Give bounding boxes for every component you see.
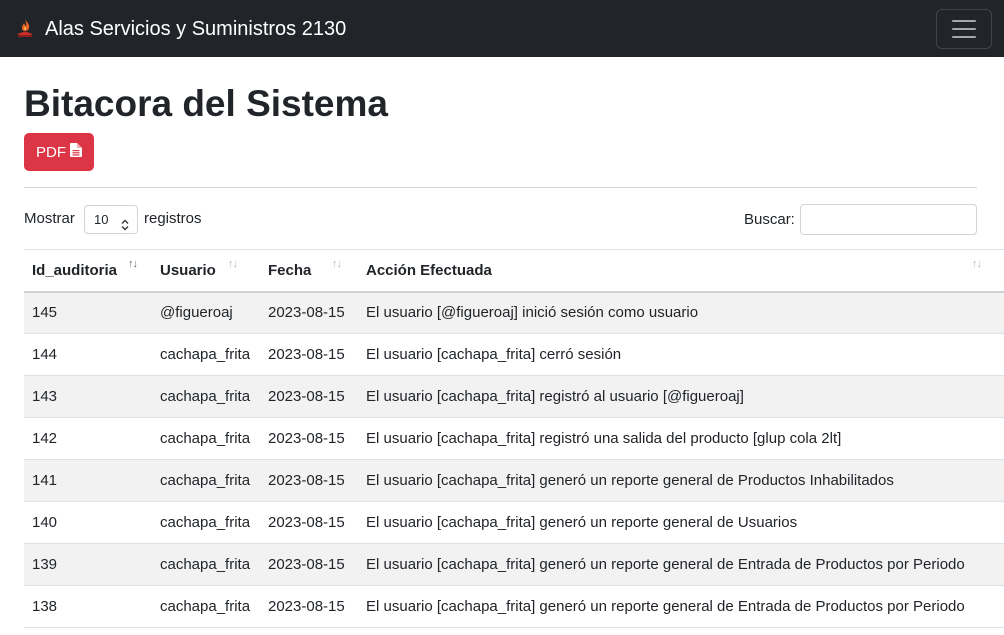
cell-accion: El usuario [cachapa_frita] generó un rep… xyxy=(358,459,1004,502)
length-suffix: registros xyxy=(144,210,202,227)
table-row: 144 cachapa_frita 2023-08-15 El usuario [ca… xyxy=(24,333,1004,376)
cell-usuario: cachapa_frita xyxy=(152,585,260,628)
sort-desc-icon: ↑↓ xyxy=(128,258,138,270)
table-row: 141 cachapa_frita 2023-08-15 El usuario [ca… xyxy=(24,459,1004,502)
cell-usuario: cachapa_frita xyxy=(152,375,260,418)
pdf-button-label: PDF xyxy=(36,143,66,161)
cell-fecha: 2023-08-15 xyxy=(260,585,358,628)
cell-fecha: 2023-08-15 xyxy=(260,543,358,586)
search-label: Buscar: xyxy=(744,211,795,228)
length-label: Mostrar xyxy=(24,210,75,227)
cell-usuario: cachapa_frita xyxy=(152,543,260,586)
cell-accion: El usuario [cachapa_frita] registró al u… xyxy=(358,375,1004,418)
flame-logo-icon xyxy=(14,17,36,39)
cell-id: 143 xyxy=(24,375,152,418)
cell-accion: El usuario [cachapa_frita] registró una … xyxy=(358,417,1004,460)
page-length-value: 10 xyxy=(94,212,109,227)
cell-fecha: 2023-08-15 xyxy=(260,459,358,502)
cell-fecha: 2023-08-15 xyxy=(260,333,358,376)
cell-accion: El usuario [cachapa_frita] generó un rep… xyxy=(358,501,1004,544)
column-header-accion[interactable]: Acción Efectuada ↑↓ xyxy=(358,250,1004,292)
cell-accion: El usuario [@figueroaj] inició sesión co… xyxy=(358,291,1004,334)
cell-fecha: 2023-08-15 xyxy=(260,291,358,334)
sort-icon: ↑↓ xyxy=(228,258,238,270)
page-length-select[interactable]: 10 xyxy=(84,205,138,234)
hamburger-line xyxy=(952,28,976,30)
divider xyxy=(24,187,977,188)
table-row: 143 cachapa_frita 2023-08-15 El usuario [ca… xyxy=(24,375,1004,418)
cell-usuario: cachapa_frita xyxy=(152,417,260,460)
hamburger-menu-button[interactable] xyxy=(936,9,992,49)
table-row: 138 cachapa_frita 2023-08-15 El usuario [ca… xyxy=(24,585,1004,628)
column-header-label: Id_auditoria xyxy=(32,261,118,279)
cell-id: 138 xyxy=(24,585,152,628)
pdf-export-button[interactable]: PDF xyxy=(24,133,94,171)
table-row: 145 @figueroaj 2023-08-15 El usuario [@figu… xyxy=(24,291,1004,334)
column-header-label: Fecha xyxy=(268,261,312,279)
hamburger-line xyxy=(952,36,976,38)
cell-fecha: 2023-08-15 xyxy=(260,417,358,460)
table-row: 140 cachapa_frita 2023-08-15 El usuario [ca… xyxy=(24,501,1004,544)
column-header-id[interactable]: Id_auditoria ↑↓ xyxy=(24,250,152,292)
cell-accion: El usuario [cachapa_frita] generó un rep… xyxy=(358,585,1004,628)
cell-id: 142 xyxy=(24,417,152,460)
sort-icon: ↑↓ xyxy=(332,258,342,270)
file-pdf-icon xyxy=(70,143,82,161)
brand-link[interactable]: Alas Servicios y Suministros 2130 xyxy=(45,16,346,42)
cell-usuario: cachapa_frita xyxy=(152,459,260,502)
cell-accion: El usuario [cachapa_frita] cerró sesión xyxy=(358,333,1004,376)
chevron-updown-icon xyxy=(121,213,129,231)
column-header-usuario[interactable]: Usuario ↑↓ xyxy=(152,250,260,292)
cell-usuario: cachapa_frita xyxy=(152,501,260,544)
cell-id: 139 xyxy=(24,543,152,586)
audit-table: Id_auditoria ↑↓ Usuario ↑↓ Fecha ↑↓ Acci… xyxy=(24,249,1004,628)
cell-accion: El usuario [cachapa_frita] generó un rep… xyxy=(358,543,1004,586)
hamburger-menu-icon xyxy=(952,20,976,22)
column-header-label: Usuario xyxy=(160,261,216,279)
page-title: Bitacora del Sistema xyxy=(24,83,388,124)
table-row: 142 cachapa_frita 2023-08-15 El usuario [ca… xyxy=(24,417,1004,460)
cell-id: 145 xyxy=(24,291,152,334)
column-header-fecha[interactable]: Fecha ↑↓ xyxy=(260,250,358,292)
cell-id: 144 xyxy=(24,333,152,376)
table-row: 139 cachapa_frita 2023-08-15 El usuario [ca… xyxy=(24,543,1004,586)
cell-fecha: 2023-08-15 xyxy=(260,501,358,544)
column-header-label: Acción Efectuada xyxy=(366,261,492,279)
cell-id: 141 xyxy=(24,459,152,502)
cell-usuario: cachapa_frita xyxy=(152,333,260,376)
navbar: Alas Servicios y Suministros 2130 xyxy=(0,0,1004,57)
audit-table-container: Id_auditoria ↑↓ Usuario ↑↓ Fecha ↑↓ Acci… xyxy=(24,249,1004,628)
cell-usuario: @figueroaj xyxy=(152,291,260,334)
search-input[interactable] xyxy=(800,204,977,235)
cell-id: 140 xyxy=(24,501,152,544)
cell-fecha: 2023-08-15 xyxy=(260,375,358,418)
table-header-row: Id_auditoria ↑↓ Usuario ↑↓ Fecha ↑↓ Acci… xyxy=(24,249,1004,292)
sort-icon: ↑↓ xyxy=(972,258,982,270)
